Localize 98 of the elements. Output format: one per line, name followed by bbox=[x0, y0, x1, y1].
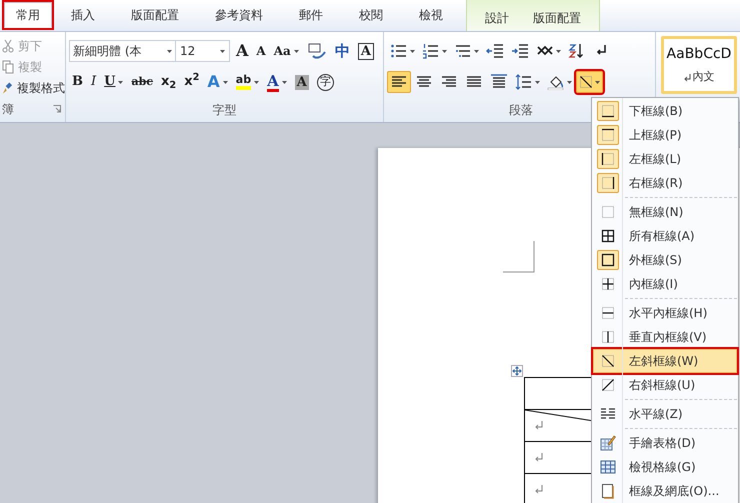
dropdown-caret-icon bbox=[118, 80, 124, 84]
pencil-table-icon bbox=[600, 435, 616, 451]
menu-item[interactable]: 右斜框線(U) bbox=[593, 373, 737, 397]
ribbon-tab[interactable]: 版面配置 bbox=[525, 5, 589, 31]
painter-button[interactable]: 複製格式 bbox=[2, 77, 65, 98]
menu-item[interactable]: 內框線(I) bbox=[593, 272, 737, 296]
margin-corner-mark bbox=[503, 241, 535, 273]
highlight-button[interactable]: ab bbox=[232, 71, 264, 93]
color-button[interactable]: A bbox=[263, 71, 291, 93]
strike-button[interactable]: abc bbox=[127, 71, 158, 93]
script-button[interactable]: x$_{2}$ bbox=[157, 71, 180, 93]
indent-icon bbox=[511, 43, 529, 59]
diag-down-button[interactable] bbox=[576, 71, 603, 93]
dropdown-caret-icon bbox=[595, 80, 600, 84]
paragraph-mark-icon bbox=[535, 453, 543, 462]
menu-item[interactable]: 下框線(B) bbox=[593, 99, 737, 123]
paragraph-mark-icon bbox=[535, 421, 543, 430]
horizontal-line-icon bbox=[600, 407, 616, 421]
group-label: 段落 bbox=[509, 102, 533, 119]
diag-down-border-icon bbox=[601, 354, 615, 368]
dropdown-caret-icon bbox=[567, 80, 572, 84]
inside-h-border-icon bbox=[601, 306, 615, 320]
bullets-icon bbox=[390, 43, 408, 59]
diag-down-border-icon bbox=[579, 75, 593, 89]
dropdown-caret-icon bbox=[442, 50, 447, 52]
menu-item[interactable]: 左斜框線(W) bbox=[593, 349, 737, 373]
all-border-icon bbox=[601, 229, 615, 243]
menu-item[interactable]: 水平內框線(H) bbox=[593, 301, 737, 325]
menu-item[interactable]: 外框線(S) bbox=[593, 248, 737, 272]
menu-item[interactable]: 手繪表格(D) bbox=[593, 431, 737, 455]
shading-button[interactable]: A bbox=[290, 71, 313, 93]
dropdown-caret-icon bbox=[282, 80, 287, 84]
ribbon-tab[interactable]: 郵件 bbox=[288, 2, 334, 28]
bottom-border-icon bbox=[601, 104, 615, 118]
inside-border-icon bbox=[601, 277, 615, 291]
left-button[interactable] bbox=[387, 71, 411, 93]
outdent-icon bbox=[486, 43, 504, 59]
diag-up-border-icon bbox=[601, 378, 615, 392]
ribbon-tab[interactable]: 版面配置 bbox=[120, 2, 190, 28]
inside-v-border-icon bbox=[601, 330, 615, 344]
spacing-icon bbox=[515, 74, 533, 90]
move-handle-icon[interactable] bbox=[511, 365, 523, 377]
menu-item[interactable]: 水平線(Z) bbox=[593, 402, 737, 426]
distribute-icon bbox=[490, 74, 508, 90]
dropdown-caret-icon bbox=[167, 50, 172, 52]
menu-item[interactable]: 垂直內框線(V) bbox=[593, 325, 737, 349]
scissors-icon bbox=[2, 38, 14, 52]
dropdown-caret-icon bbox=[220, 50, 225, 52]
numbering-icon bbox=[422, 43, 440, 59]
ribbon-tab[interactable]: 設計 bbox=[477, 5, 517, 31]
bold-button[interactable]: B bbox=[68, 71, 87, 93]
fill-icon bbox=[547, 74, 565, 90]
grow-button[interactable]: A bbox=[232, 40, 252, 62]
dropdown-caret-icon bbox=[294, 50, 299, 52]
script-button[interactable]: x$^{2}$ bbox=[180, 71, 204, 93]
none-border-icon bbox=[601, 205, 615, 219]
ribbon-tab[interactable]: 常用 bbox=[4, 2, 52, 28]
menu-item[interactable]: 左框線(L) bbox=[593, 147, 737, 171]
multilevel-icon bbox=[454, 43, 472, 59]
chinese-button[interactable]: 中 bbox=[330, 40, 354, 62]
menu-item[interactable]: 檢視格線(G) bbox=[593, 455, 737, 479]
top-border-icon bbox=[601, 128, 615, 142]
style-gallery-item[interactable]: AaBbCcD 內文 bbox=[661, 36, 737, 94]
grid-icon bbox=[600, 460, 616, 474]
outside-border-icon bbox=[601, 253, 615, 267]
underline-button[interactable]: U bbox=[100, 71, 128, 93]
menu-item[interactable]: 所有框線(A) bbox=[593, 224, 737, 248]
ribbon-tab[interactable]: 校閱 bbox=[348, 2, 394, 28]
right-border-icon bbox=[601, 176, 615, 190]
menu-item[interactable]: 右框線(R) bbox=[593, 171, 737, 195]
dropdown-caret-icon bbox=[222, 80, 228, 84]
page-icon bbox=[601, 483, 615, 499]
copy-icon bbox=[2, 60, 14, 74]
paragraph-mark-icon bbox=[684, 74, 690, 82]
sort-icon bbox=[568, 43, 586, 59]
font-name-field[interactable]: 新細明體 (本 bbox=[69, 40, 176, 62]
dropdown-caret-icon bbox=[535, 80, 540, 84]
ribbon-tab[interactable]: 參考資料 bbox=[204, 2, 274, 28]
menu-item[interactable]: 框線及網底(O)... bbox=[593, 479, 737, 503]
dropdown-caret-icon bbox=[410, 50, 415, 52]
dropdown-caret-icon bbox=[254, 80, 260, 84]
left-border-icon bbox=[601, 152, 615, 166]
ribbon-tab[interactable]: 檢視 bbox=[408, 2, 454, 28]
paragraph-mark-icon bbox=[535, 485, 543, 494]
brush-icon bbox=[2, 80, 13, 94]
shrink-button[interactable]: A bbox=[252, 40, 270, 62]
case-button[interactable]: Aa bbox=[270, 40, 303, 62]
dropdown-caret-icon bbox=[556, 50, 561, 52]
group-label: 字型 bbox=[212, 102, 236, 119]
dropdown-caret-icon bbox=[474, 50, 479, 52]
effect-button[interactable]: A bbox=[203, 71, 232, 93]
group-label: 簿 bbox=[2, 101, 14, 118]
menu-item[interactable]: 上框線(P) bbox=[593, 123, 737, 147]
ribbon-tab[interactable]: 插入 bbox=[60, 2, 106, 28]
font-size-field[interactable]: 12 bbox=[176, 40, 230, 62]
italic-button[interactable]: I bbox=[87, 71, 100, 93]
menu-item[interactable]: 無框線(N) bbox=[593, 200, 737, 224]
dialog-launcher-icon[interactable] bbox=[53, 105, 61, 113]
